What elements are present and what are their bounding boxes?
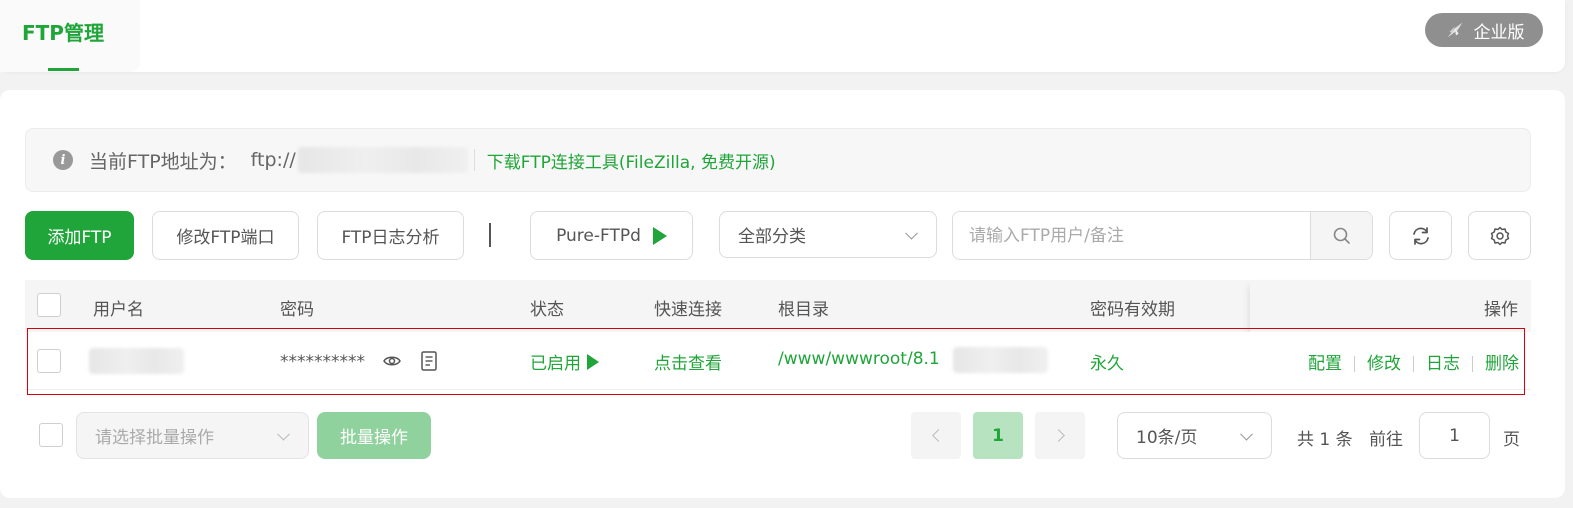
download-ftp-tool-link[interactable]: 下载FTP连接工具(FileZilla, 免费开源) [487, 148, 776, 173]
search-button[interactable] [1310, 212, 1372, 259]
search-input[interactable] [953, 212, 1310, 259]
chevron-down-icon [905, 226, 918, 240]
pure-ftpd-service-button[interactable]: Pure-FTPd [530, 211, 693, 260]
page-suffix: 页 [1503, 430, 1520, 450]
row-highlight-box [27, 328, 1525, 395]
next-page-button[interactable] [1035, 412, 1085, 459]
chevron-left-icon [931, 429, 945, 442]
ftp-panel: i 当前FTP地址为： ftp:// 下载FTP连接工具(FileZilla, … [0, 90, 1565, 498]
gear-icon [1490, 226, 1509, 245]
goto-label: 前往 [1369, 430, 1403, 450]
chevron-down-icon [277, 427, 290, 441]
service-label: Pure-FTPd [556, 225, 641, 246]
search-icon [1333, 227, 1350, 244]
info-icon: i [53, 150, 73, 170]
refresh-button[interactable] [1389, 211, 1452, 260]
column-username: 用户名 [93, 300, 144, 320]
page-size-value: 10条/页 [1136, 428, 1198, 448]
edition-wing-icon [1447, 22, 1462, 38]
batch-operation-select[interactable]: 请选择批量操作 [76, 412, 309, 459]
refresh-icon [1412, 226, 1429, 245]
edition-label: 企业版 [1473, 22, 1525, 43]
toolbar-divider [489, 223, 491, 247]
ftp-address-bar: i 当前FTP地址为： ftp:// 下载FTP连接工具(FileZilla, … [25, 128, 1531, 192]
category-value: 全部分类 [738, 227, 806, 247]
total-number: 1 [1319, 430, 1331, 450]
batch-select-placeholder: 请选择批量操作 [95, 428, 214, 448]
divider [473, 149, 475, 171]
ftp-address-value: ftp:// [251, 149, 296, 171]
chevron-down-icon [1240, 427, 1253, 441]
select-all-checkbox[interactable] [37, 293, 61, 317]
category-select[interactable]: 全部分类 [719, 211, 937, 258]
prev-page-button[interactable] [911, 412, 961, 459]
total-count: 共 1 条 [1297, 425, 1353, 450]
table-header: 用户名 密码 状态 快速连接 根目录 密码有效期 操作 [25, 280, 1531, 332]
column-quick-connect: 快速连接 [654, 300, 722, 320]
column-status: 状态 [530, 300, 564, 320]
tab-ftp-management[interactable]: FTP管理 [0, 0, 140, 72]
add-ftp-button[interactable]: 添加FTP [25, 211, 134, 260]
total-suffix: 条 [1335, 430, 1353, 450]
batch-select-checkbox[interactable] [39, 423, 63, 447]
settings-button[interactable] [1468, 211, 1531, 260]
modify-ftp-port-button[interactable]: 修改FTP端口 [152, 211, 299, 260]
column-root-directory: 根目录 [778, 300, 829, 320]
page-size-select[interactable]: 10条/页 [1117, 412, 1272, 459]
ftp-address-redacted [297, 147, 468, 173]
ftp-address-label: 当前FTP地址为： [89, 150, 237, 173]
tab-active-indicator [48, 68, 79, 71]
play-icon [652, 226, 667, 245]
column-password-expiry: 密码有效期 [1090, 300, 1175, 320]
tab-label: FTP管理 [22, 21, 104, 45]
top-bar: FTP管理 企业版 [0, 0, 1565, 72]
chevron-right-icon [1051, 429, 1065, 442]
search-box [952, 211, 1373, 260]
ftp-url-prefix: ftp:// [250, 149, 296, 171]
batch-operation-button[interactable]: 批量操作 [317, 412, 431, 459]
enterprise-edition-badge[interactable]: 企业版 [1425, 13, 1543, 47]
ftp-log-analysis-button[interactable]: FTP日志分析 [317, 211, 464, 260]
goto-page-input[interactable] [1419, 412, 1490, 459]
total-prefix: 共 [1297, 430, 1314, 450]
page-1-button[interactable]: 1 [973, 412, 1023, 459]
column-password: 密码 [280, 300, 314, 320]
